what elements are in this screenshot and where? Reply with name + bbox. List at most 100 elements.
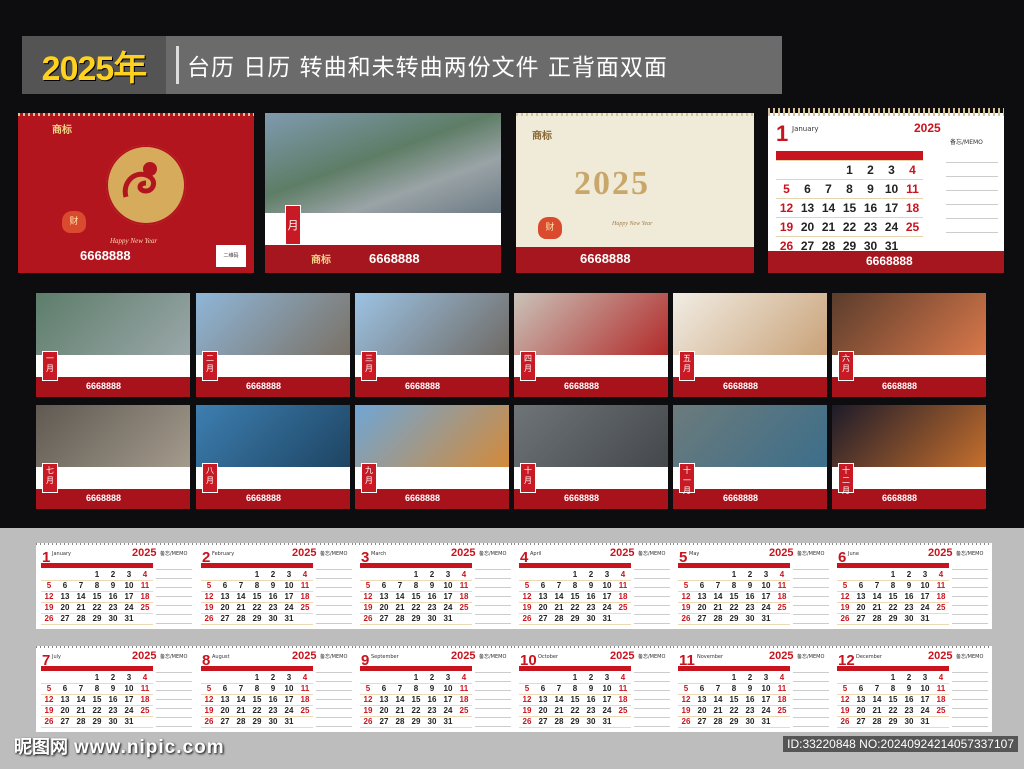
day-cell: 30 (424, 613, 440, 625)
calendar-week-row: 26 27 28 29 30 31 (678, 716, 790, 728)
day-cell: 27 (376, 716, 392, 728)
day-cell: 6 (853, 580, 869, 592)
day-cell: 2 (265, 569, 281, 581)
day-cell: 27 (853, 716, 869, 728)
day-cell: 22 (726, 602, 742, 614)
day-cell: 4 (137, 672, 153, 684)
calendar-year: 2025 (132, 547, 157, 559)
canvas: 2025年 台历 日历 转曲和未转曲两份文件 正背面双面 商标 财 666888… (0, 0, 1024, 769)
day-cell: 28 (551, 613, 567, 625)
banner-year: 2025年 (22, 36, 166, 94)
day-cell: 14 (818, 198, 839, 218)
day-cell: 11 (137, 683, 153, 695)
memo-lines (475, 664, 511, 728)
day-cell: 5 (519, 683, 535, 695)
day-cell: 13 (853, 591, 869, 603)
day-cell: 30 (742, 716, 758, 728)
day-cell: 22 (408, 602, 424, 614)
day-cell: 1 (89, 672, 105, 684)
day-cell: 28 (392, 613, 408, 625)
calendar-year: 2025 (132, 650, 157, 662)
month-card-5: 五月 6668888 (673, 293, 827, 397)
spiral-binding (355, 543, 515, 545)
day-cell: 18 (615, 694, 631, 706)
month-tag: 三月 (361, 351, 377, 381)
calendar-week-row: 12 13 14 15 16 17 18 (837, 694, 949, 706)
phone-number: 6668888 (564, 493, 600, 503)
calendar-strip (514, 355, 668, 377)
day-cell (551, 672, 567, 684)
calendar-week-row: 5 6 7 8 9 10 11 (678, 580, 790, 592)
day-cell: 25 (774, 705, 790, 717)
day-cell (615, 716, 631, 728)
month-card-4: 四月 6668888 (514, 293, 668, 397)
day-cell: 27 (535, 613, 551, 625)
spiral-binding (673, 543, 833, 545)
month-english: August (212, 654, 230, 660)
day-cell: 7 (551, 580, 567, 592)
memo-label: 备忘/MEMO (320, 551, 348, 557)
weekday-header (41, 666, 153, 671)
day-cell: 13 (535, 694, 551, 706)
memo-label: 备忘/MEMO (160, 551, 188, 557)
day-cell: 5 (201, 683, 217, 695)
day-cell (710, 672, 726, 684)
day-cell: 19 (360, 705, 376, 717)
day-cell: 22 (249, 705, 265, 717)
calendar-year: 2025 (292, 547, 317, 559)
day-cell: 9 (583, 683, 599, 695)
day-cell: 13 (376, 694, 392, 706)
day-cell: 5 (678, 580, 694, 592)
day-cell: 9 (583, 580, 599, 592)
day-cell: 19 (776, 217, 797, 237)
day-cell: 26 (837, 716, 853, 728)
day-cell: 12 (201, 591, 217, 603)
banner-title: 台历 日历 转曲和未转曲两份文件 正背面双面 (187, 55, 668, 81)
day-cell: 16 (583, 591, 599, 603)
day-cell: 21 (869, 602, 885, 614)
day-cell: 22 (839, 217, 860, 237)
day-cell: 24 (758, 602, 774, 614)
weekday-header (360, 563, 472, 568)
weekday-cell (860, 151, 881, 161)
day-cell: 13 (694, 694, 710, 706)
day-cell: 23 (424, 705, 440, 717)
day-cell (73, 672, 89, 684)
day-cell: 25 (456, 705, 472, 717)
day-cell: 30 (105, 716, 121, 728)
day-cell: 20 (853, 602, 869, 614)
day-cell (869, 672, 885, 684)
day-cell: 10 (758, 683, 774, 695)
day-cell: 28 (73, 613, 89, 625)
phone-number: 6668888 (246, 381, 282, 391)
day-cell: 27 (694, 613, 710, 625)
january-calendar-page: 1 January 2025 备忘/MEMO 1 2 3 4 5 6 7 8 9 10 11 12 13… (768, 108, 1004, 273)
day-cell: 10 (281, 683, 297, 695)
memo-lines (156, 561, 192, 625)
calendar-week-row: 1234 (776, 160, 923, 180)
day-cell: 1 (885, 672, 901, 684)
day-cell: 24 (758, 705, 774, 717)
day-cell: 17 (599, 591, 615, 603)
weekday-cell (881, 151, 902, 161)
day-cell: 25 (774, 602, 790, 614)
month-english: January (52, 551, 71, 557)
site-watermark: 昵图网 www.nipic.com (14, 733, 225, 759)
day-cell: 18 (902, 198, 923, 218)
memo-lines (952, 664, 988, 728)
day-cell: 27 (853, 613, 869, 625)
phone-number: 6668888 (580, 251, 631, 266)
weekday-header (776, 151, 923, 161)
day-cell: 18 (615, 591, 631, 603)
day-cell: 15 (885, 591, 901, 603)
memo-lines (634, 664, 670, 728)
back-calendar-6: 6 June 2025 备忘/MEMO 1 2 3 4 5 6 7 8 9 10 11 12 13 14 15 16 1… (832, 543, 992, 629)
calendar-grid: 1 2 3 4 5 6 7 8 9 10 11 12 13 14 15 16 17 18 19 20 21 22 23 24 2… (201, 672, 313, 728)
fortune-bag: 财 (538, 217, 562, 239)
fortune-bag: 财 (62, 211, 86, 233)
day-cell: 2 (424, 569, 440, 581)
day-cell: 7 (869, 683, 885, 695)
calendar-week-row: 19 20 21 22 23 24 25 (519, 602, 631, 614)
phone-number: 6668888 (369, 251, 420, 266)
day-cell (233, 569, 249, 581)
